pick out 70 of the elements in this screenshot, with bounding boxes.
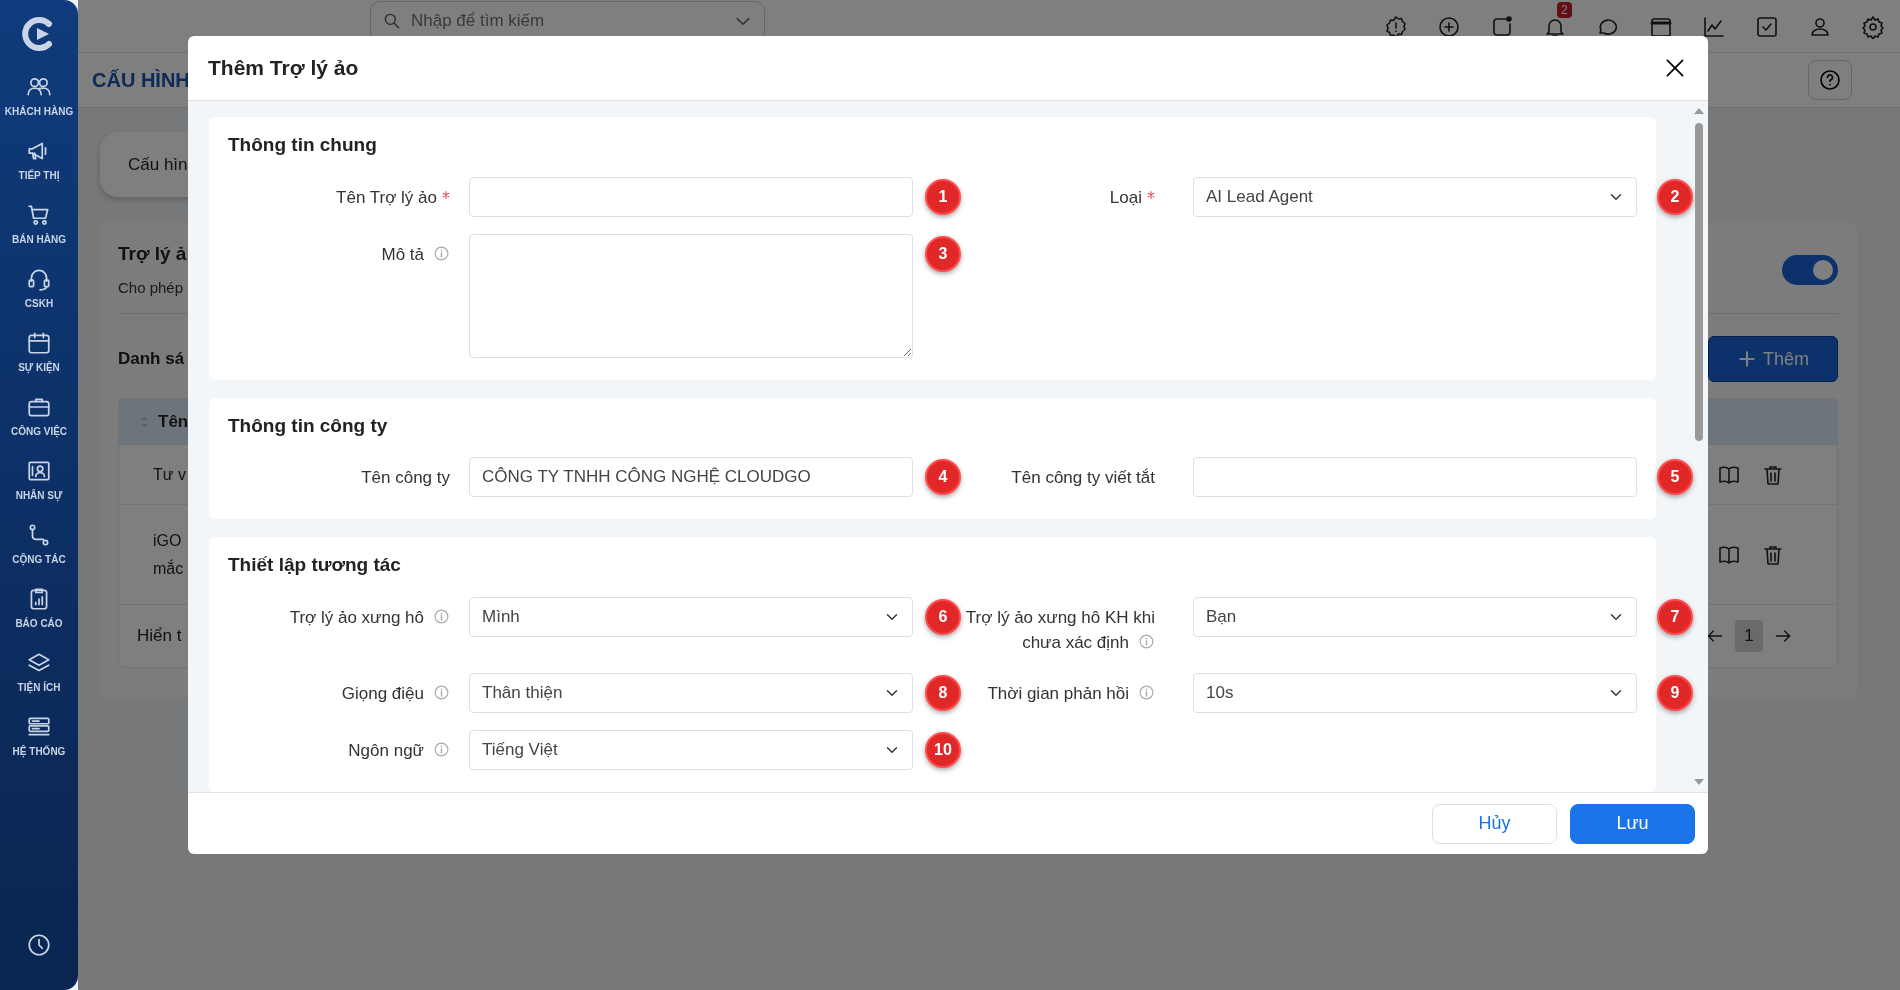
sidebar-item[interactable]: HỆ THỐNG [12, 743, 66, 759]
step-number: 8 [925, 674, 961, 711]
dialog-title: Thêm Trợ lý ảo [208, 55, 359, 82]
page-title: CẤU HÌNH [92, 68, 190, 93]
dropdown[interactable]: AI Lead Agent [1193, 176, 1637, 217]
field-label: Trợ lý ảo xưng hô [289, 607, 424, 627]
dropdown[interactable]: Thân thiện [469, 672, 913, 713]
sidebar-item[interactable]: BÁO CÁO [15, 615, 63, 631]
text-field[interactable]: CÔNG TY TNHH CÔNG NGHỆ CLOUDGO [469, 457, 913, 497]
field-label: Tên Trợ lý ảo [336, 187, 437, 207]
sidebar-item[interactable]: NHÂN SỰ [15, 487, 63, 503]
plus-circle-icon[interactable] [1437, 14, 1461, 39]
dropdown[interactable]: Tiếng Việt [469, 729, 913, 770]
settings-icon[interactable] [1861, 14, 1885, 39]
toggle-switch[interactable] [1782, 254, 1838, 285]
field-label: Giọng điệu [341, 683, 424, 703]
sidebar-item[interactable]: CSKH [24, 295, 54, 311]
sidebar-item[interactable]: TIẾP THỊ [18, 167, 60, 183]
section-title: Thông tin công ty [228, 413, 389, 438]
notification-badge: 2 [1557, 2, 1572, 18]
field-label: Tên công ty viết tắt [1011, 468, 1155, 487]
sidebar-item[interactable]: TIỆN ÍCH [17, 679, 61, 695]
calendar-icon [26, 329, 52, 356]
plus-icon [1737, 349, 1757, 369]
card-description: Cho phép [118, 277, 185, 298]
cancel-button[interactable]: Hủy [1432, 803, 1557, 844]
clock-icon [26, 932, 52, 958]
text-field[interactable] [469, 176, 913, 217]
nodes-icon [26, 521, 52, 548]
step-number: 7 [1657, 598, 1693, 635]
checkbox-icon[interactable] [1755, 14, 1779, 39]
step-number: 5 [1657, 459, 1693, 495]
column-header[interactable]: Tên [158, 408, 189, 435]
field-label: Ngôn ngữ [348, 740, 424, 760]
field-label: Tên công ty [361, 468, 450, 487]
sidebar-item[interactable]: CÔNG VIỆC [10, 423, 68, 439]
card-title: Trợ lý ả [118, 242, 187, 266]
sidebar-item[interactable]: BÁN HÀNG [12, 231, 66, 247]
help-icon [1818, 68, 1842, 92]
step-number: 2 [1657, 178, 1693, 215]
field-label: Trợ lý ảo xưng hô KH khi chưa xác định [965, 607, 1155, 652]
chart-icon[interactable] [1702, 14, 1726, 39]
text-field[interactable] [1193, 457, 1637, 497]
section-title: Thiết lập tương tác [228, 553, 402, 577]
step-number: 9 [1657, 674, 1693, 711]
step-number: 4 [925, 459, 961, 495]
step-number: 10 [925, 731, 961, 768]
sidebar-item[interactable]: CỘNG TÁC [12, 551, 66, 567]
table-cell-text: Tư v [153, 464, 187, 485]
step-number: 6 [925, 598, 961, 635]
table-footer-text: Hiển t [137, 625, 182, 648]
sidebar-item[interactable]: SỰ KIỆN [18, 359, 60, 375]
scroll-down-icon [1693, 778, 1705, 786]
dropdown[interactable]: Bạn [1193, 596, 1637, 637]
save-button[interactable]: Lưu [1570, 803, 1695, 844]
square-dot-icon[interactable] [1490, 14, 1514, 39]
scrollbar-thumb[interactable] [1695, 123, 1703, 441]
dropdown[interactable]: Mình [469, 596, 913, 637]
table-cell-text: iGO mắc [153, 530, 185, 579]
step-number: 3 [925, 235, 961, 272]
sidebar-item[interactable]: KHÁCH HÀNG [4, 103, 74, 119]
field-label: Thời gian phản hồi [987, 683, 1129, 703]
step-number: 1 [925, 178, 961, 215]
alert-icon[interactable] [1384, 14, 1408, 39]
section-title: Thông tin chung [228, 133, 378, 157]
help-button[interactable] [1808, 60, 1852, 100]
list-title: Danh sá [118, 348, 185, 371]
dropdown[interactable]: 10s [1193, 672, 1637, 713]
field-label: Mô tả [381, 244, 424, 264]
field-label: Loại [1109, 187, 1142, 207]
